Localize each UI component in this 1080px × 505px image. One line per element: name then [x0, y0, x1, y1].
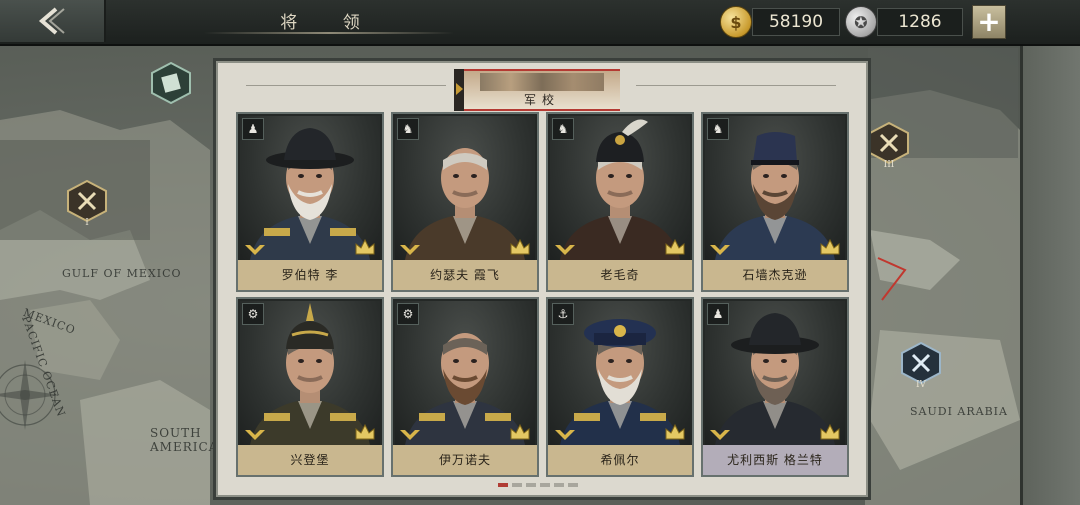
- page-dot[interactable]: [540, 483, 550, 487]
- general-card[interactable]: ♞ 老毛奇: [546, 112, 694, 292]
- rank-wings-icon: [245, 430, 265, 440]
- page-dot[interactable]: [554, 483, 564, 487]
- artillery-icon: ⚙: [397, 303, 419, 325]
- general-card[interactable]: ♞ 约瑟夫 霞飞: [391, 112, 539, 292]
- rank-wings-icon: [555, 430, 575, 440]
- crown-icon: [665, 238, 685, 255]
- map-label-saudi-arabia: SAUDI ARABIA: [910, 405, 1008, 418]
- tab-military-academy[interactable]: 军校: [454, 69, 620, 111]
- crossed-swords-icon: [901, 342, 941, 384]
- marker-numeral: I: [85, 218, 89, 228]
- top-bar: 将 领 $ 58190 ✪ 1286 +: [0, 0, 1080, 46]
- book-marker[interactable]: [150, 62, 192, 104]
- page-dot[interactable]: [498, 483, 508, 487]
- rank-wings-icon: [710, 430, 730, 440]
- silver-amount: 1286: [877, 8, 963, 36]
- rank-wings-icon: [400, 245, 420, 255]
- gold-coin-icon: $: [720, 6, 752, 38]
- general-name: 尤利西斯 格兰特: [703, 445, 847, 475]
- cavalry-icon: ♞: [707, 118, 729, 140]
- back-arrow-icon: [38, 7, 65, 35]
- crown-icon: [510, 423, 530, 440]
- tab-label: 军校: [523, 93, 560, 107]
- crown-icon: [355, 423, 375, 440]
- general-card[interactable]: ♟ 罗伯特 李: [236, 112, 384, 292]
- battle-marker-i[interactable]: I: [66, 180, 108, 228]
- back-button[interactable]: [0, 0, 106, 42]
- infantry-icon: ♟: [707, 303, 729, 325]
- general-name: 罗伯特 李: [238, 260, 382, 290]
- rank-wings-icon: [555, 245, 575, 255]
- crossed-swords-icon: [869, 122, 909, 164]
- rank-wings-icon: [400, 430, 420, 440]
- map-label-south-america: SOUTH AMERICA: [150, 426, 219, 454]
- right-edge-decoration: [1020, 44, 1080, 505]
- header-divider-left: [246, 85, 446, 86]
- crown-icon: [665, 423, 685, 440]
- general-card[interactable]: ♞ 石墙杰克逊: [701, 112, 849, 292]
- rank-wings-icon: [710, 245, 730, 255]
- artillery-icon: ⚙: [242, 303, 264, 325]
- tab-arrow-icon: [456, 83, 463, 95]
- general-card[interactable]: ⚙ 兴登堡: [236, 297, 384, 477]
- general-name: 希佩尔: [548, 445, 692, 475]
- marker-numeral: III: [883, 160, 895, 170]
- gold-amount: 58190: [752, 8, 840, 36]
- map-label-gulf: GULF OF MEXICO: [62, 267, 182, 280]
- page-indicator: [498, 483, 578, 487]
- general-name: 伊万诺夫: [393, 445, 537, 475]
- add-currency-button[interactable]: +: [972, 5, 1006, 39]
- general-name: 约瑟夫 霞飞: [393, 260, 537, 290]
- general-card[interactable]: ♟ 尤利西斯 格兰特: [701, 297, 849, 477]
- marker-numeral: IV: [915, 380, 927, 390]
- general-card[interactable]: ⚙ 伊万诺夫: [391, 297, 539, 477]
- page-title: 将 领: [280, 13, 380, 33]
- crown-icon: [820, 423, 840, 440]
- crown-icon: [820, 238, 840, 255]
- cavalry-icon: ♞: [397, 118, 419, 140]
- general-name: 兴登堡: [238, 445, 382, 475]
- title-underline: [204, 32, 454, 34]
- crown-icon: [510, 238, 530, 255]
- page-dot[interactable]: [512, 483, 522, 487]
- header-divider-right: [636, 85, 836, 86]
- rank-wings-icon: [245, 245, 265, 255]
- crown-icon: [355, 238, 375, 255]
- cavalry-icon: ♞: [552, 118, 574, 140]
- battle-marker-iii[interactable]: III: [868, 122, 910, 170]
- page-dot[interactable]: [526, 483, 536, 487]
- navy-icon: ⚓: [552, 303, 574, 325]
- tab-photo: [480, 73, 604, 91]
- infantry-icon: ♟: [242, 118, 264, 140]
- general-name: 石墙杰克逊: [703, 260, 847, 290]
- book-icon: [151, 62, 191, 104]
- general-name: 老毛奇: [548, 260, 692, 290]
- crossed-swords-icon: [67, 180, 107, 222]
- silver-medal-icon: ✪: [845, 6, 877, 38]
- general-card[interactable]: ⚓ 希佩尔: [546, 297, 694, 477]
- generals-panel: 军校 ♟ 罗伯特 李 ♞ 约瑟夫 霞飞 ♞ 老毛奇 ♞ 石墙杰克逊 ⚙ 兴登堡 …: [213, 58, 871, 500]
- battle-marker-iv[interactable]: IV: [900, 342, 942, 390]
- page-dot[interactable]: [568, 483, 578, 487]
